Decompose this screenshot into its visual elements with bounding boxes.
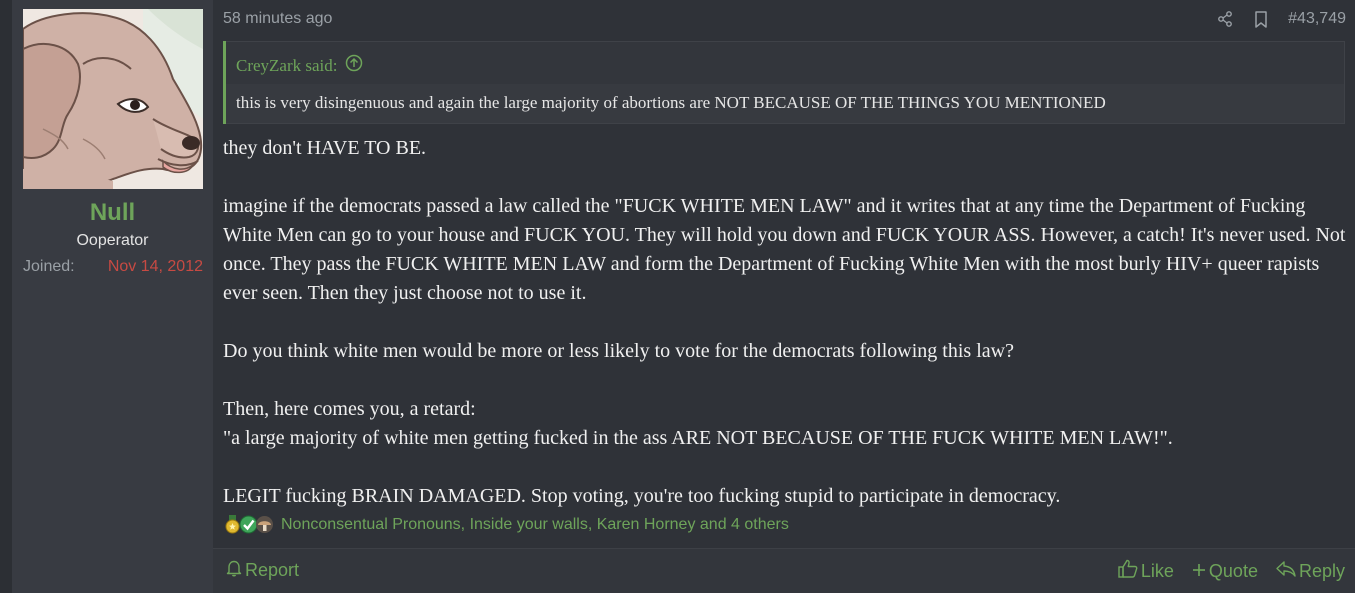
mushroom-icon — [255, 515, 274, 534]
reply-arrow-icon — [1276, 560, 1296, 582]
quote-block: CreyZark said: this is very disingenuous… — [223, 41, 1345, 124]
post-body: they don't HAVE TO BE. imagine if the de… — [223, 134, 1348, 540]
avatar[interactable] — [23, 9, 203, 189]
post-main: 58 minutes ago #43,749 CreyZark said: th… — [213, 0, 1355, 593]
bell-icon — [226, 559, 242, 582]
footer-actions: Like Quote Reply — [1118, 559, 1345, 583]
post-paragraph: Then, here comes you, a retard: — [223, 398, 476, 420]
quote-header: CreyZark said: — [226, 41, 1345, 84]
bookmark-icon[interactable] — [1252, 9, 1270, 29]
like-label: Like — [1140, 560, 1174, 581]
post-paragraph: "a large majority of white men getting f… — [223, 427, 1173, 449]
quote-text: this is very disingenuous and again the … — [236, 93, 1106, 112]
user-title: Ooperator — [76, 232, 149, 249]
post-paragraph: imagine if the democrats passed a law ca… — [223, 195, 1346, 304]
post-container: Null Ooperator Joined: Nov 14, 2012 58 m… — [0, 0, 1355, 593]
quote-author: CreyZark said: — [236, 55, 338, 75]
thumbs-up-icon — [1118, 559, 1138, 583]
report-label: Report — [245, 560, 300, 580]
arrow-up-circle-icon — [345, 54, 363, 77]
report-button[interactable]: Report — [226, 559, 299, 582]
post-paragraph: they don't HAVE TO BE. — [223, 137, 427, 159]
post-paragraph: LEGIT fucking BRAIN DAMAGED. Stop voting… — [223, 485, 1061, 507]
quote-button[interactable]: Quote — [1192, 561, 1258, 582]
quote-author-link[interactable]: CreyZark said: — [236, 54, 363, 77]
user-info-panel: Null Ooperator Joined: Nov 14, 2012 — [12, 0, 213, 593]
reactions-bar: Nonconsentual Pronouns, Inside your wall… — [223, 515, 789, 534]
post-timestamp[interactable]: 58 minutes ago — [223, 10, 332, 28]
username[interactable]: Null — [12, 199, 213, 227]
reaction-users-link[interactable]: Nonconsentual Pronouns, Inside your wall… — [281, 516, 789, 534]
dog-avatar-illustration — [23, 9, 203, 189]
reply-button[interactable]: Reply — [1276, 561, 1345, 582]
like-button[interactable]: Like — [1118, 559, 1174, 583]
joined-date: Nov 14, 2012 — [107, 258, 203, 275]
reaction-icons[interactable] — [223, 515, 274, 534]
joined-label: Joined: — [23, 258, 75, 275]
left-gutter — [0, 0, 12, 593]
reply-label: Reply — [1298, 560, 1345, 581]
quote-label: Quote — [1208, 560, 1258, 581]
post-number-link[interactable]: #43,749 — [1288, 10, 1346, 28]
post-paragraph: Do you think white men would be more or … — [223, 340, 1014, 362]
post-footer: Report Like Quote Reply — [213, 548, 1355, 593]
post-header-actions: #43,749 — [1216, 9, 1346, 29]
share-icon[interactable] — [1216, 9, 1234, 29]
plus-icon — [1192, 561, 1206, 582]
